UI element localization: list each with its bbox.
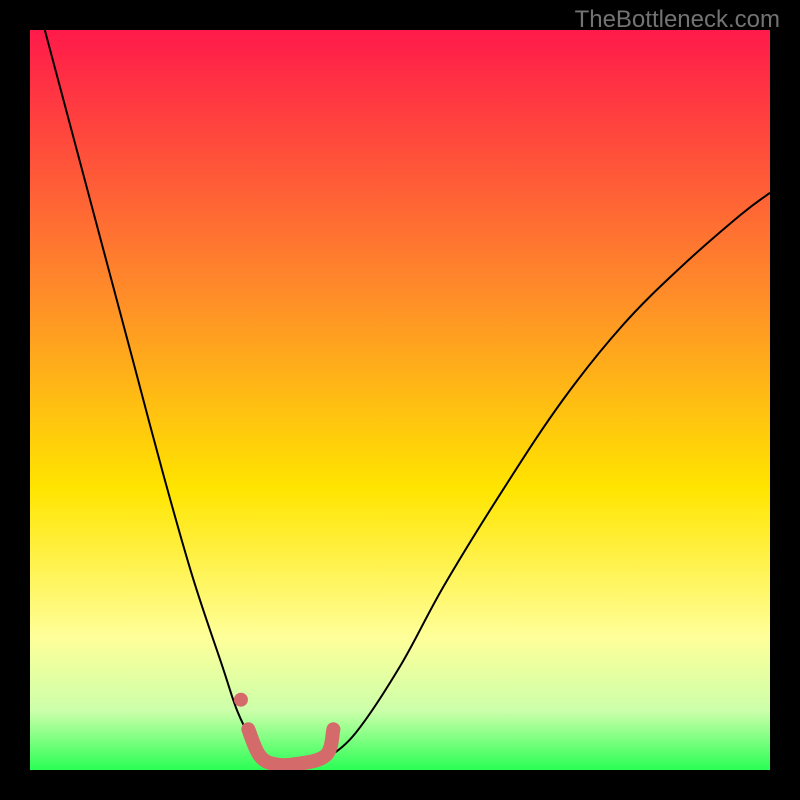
series-bottleneck-curve-left [45, 30, 267, 759]
series-bottleneck-curve-right [326, 193, 770, 759]
series-highlight-band [248, 729, 333, 765]
chart-container [30, 30, 770, 770]
watermark-text: TheBottleneck.com [575, 6, 780, 34]
series-highlight-dot [234, 693, 248, 707]
chart-plot [30, 30, 770, 770]
